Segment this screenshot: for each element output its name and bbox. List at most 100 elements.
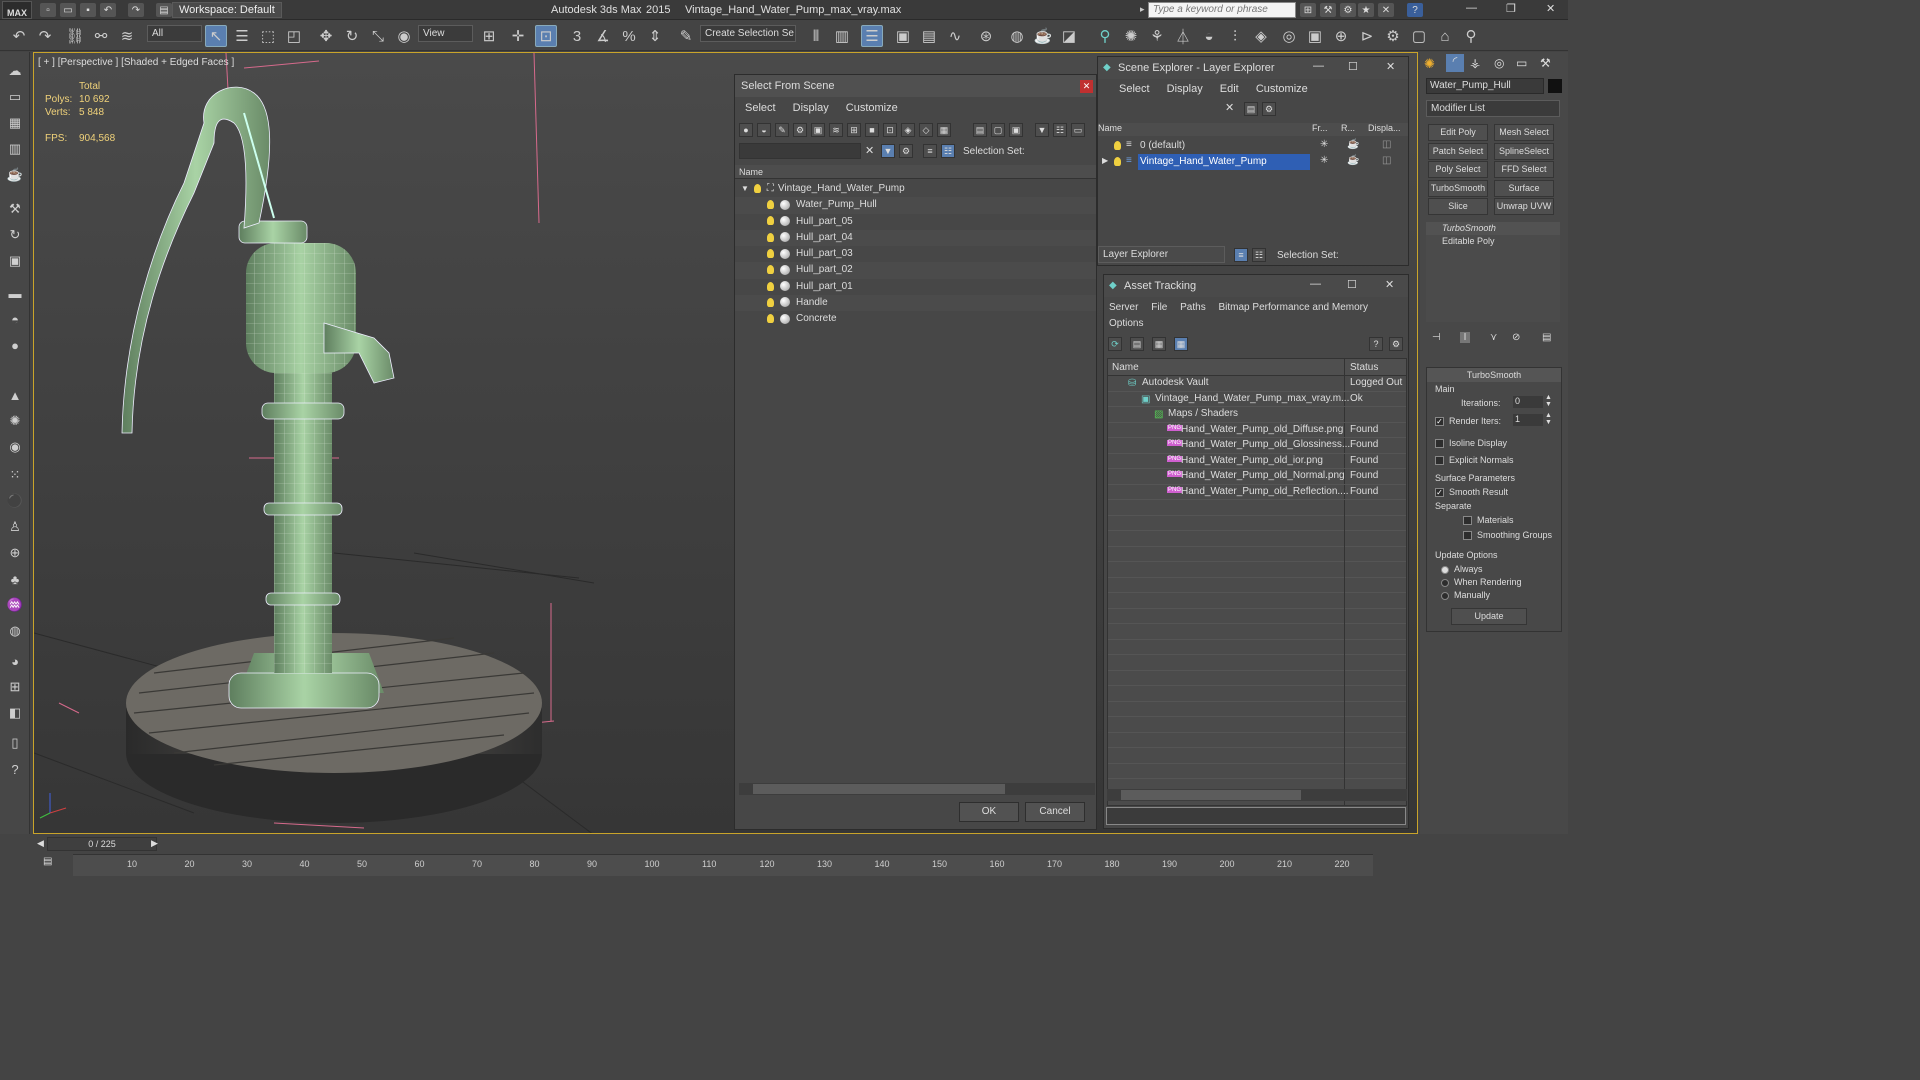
filter-xrefs-icon[interactable]: ■ (865, 123, 879, 137)
restore-window-icon[interactable]: ❐ (1506, 2, 1516, 15)
help-icon[interactable]: ? (1369, 337, 1383, 351)
menu-customize[interactable]: Customize (1256, 83, 1308, 95)
grid-icon[interactable]: ▥ (5, 140, 25, 158)
display-box-icon[interactable]: ◫ (1382, 139, 1391, 150)
track-bar[interactable]: 10 20 30 40 50 60 70 80 90 100 110 120 130 140 150 160 1… (73, 854, 1373, 876)
material-ball-icon[interactable]: ◍ (5, 622, 25, 640)
clear-search-icon[interactable]: ✕ (865, 144, 874, 157)
scrollbar-thumb[interactable] (753, 784, 1005, 794)
tree-item[interactable]: Hull_part_04 (735, 229, 1096, 247)
make-unique-icon[interactable]: ⋎ (1490, 332, 1497, 343)
app-logo[interactable]: MAX (2, 1, 32, 19)
close-window-icon[interactable]: ✕ (1546, 2, 1555, 15)
filter-bones-icon[interactable]: ⊡ (883, 123, 897, 137)
vray-dome-icon[interactable]: ⊕ (1330, 25, 1352, 47)
remove-modifier-icon[interactable]: ⊘ (1512, 332, 1520, 343)
screen-icon[interactable]: ▬ (5, 284, 25, 302)
vr-icon[interactable]: ◧ (5, 704, 25, 722)
light-bulb-icon[interactable] (767, 232, 774, 242)
light-bulb-icon[interactable] (753, 183, 761, 193)
menu-select[interactable]: Select (745, 102, 776, 114)
hair-icon[interactable]: ♒ (5, 596, 25, 614)
edit-named-selection-icon[interactable]: ✎ (675, 25, 697, 47)
asset-row[interactable]: PNG Hand_Water_Pump_old_Glossiness.... Fou… (1108, 438, 1406, 454)
favorites-icon[interactable]: ★ (1358, 3, 1374, 17)
search-arrow-icon[interactable]: ▸ (1140, 4, 1145, 15)
tree-item[interactable]: Hull_part_05 (735, 213, 1096, 230)
menu-paths[interactable]: Paths (1180, 302, 1206, 313)
col-name[interactable]: Name (1112, 362, 1139, 373)
modifier-button[interactable]: Edit Poly (1428, 124, 1488, 141)
utilities-tab-icon[interactable]: ⚒ (1540, 56, 1551, 70)
vray-plane-icon[interactable]: ⏃ (1172, 25, 1194, 47)
exchange-icon[interactable]: ✕ (1378, 3, 1394, 17)
smoothing-groups-checkbox[interactable] (1463, 531, 1472, 541)
layers-icon[interactable]: ≡ (923, 144, 937, 158)
scrollbar-thumb[interactable] (1121, 790, 1301, 800)
menu-customize[interactable]: Customize (846, 102, 898, 114)
col-status[interactable]: Status (1350, 362, 1378, 373)
add-layer-icon[interactable]: ▤ (1244, 102, 1258, 116)
configure-sets-icon[interactable]: ▤ (1542, 332, 1551, 343)
minimize-window-icon[interactable]: — (1466, 2, 1477, 14)
ok-button[interactable]: OK (959, 802, 1019, 822)
layer-row-selected[interactable]: ▶ ≡ Vintage_Hand_Water_Pump ✳ ☕ ◫ (1098, 154, 1408, 170)
rotate-obj-icon[interactable]: ↻ (5, 226, 25, 244)
minimize-icon[interactable]: — (1310, 278, 1321, 290)
vray-fur-icon[interactable]: ⚘ (1146, 25, 1168, 47)
collapse-icon[interactable]: ▭ (1071, 123, 1085, 137)
vray-rt-icon[interactable]: ⚙ (1382, 25, 1404, 47)
subscription-icon[interactable]: ⚒ (1320, 3, 1336, 17)
expand-arrow-icon[interactable]: ▼ (741, 184, 749, 193)
modify-tab-icon[interactable]: ◜ (1446, 54, 1464, 72)
layer-options-icon[interactable]: ⚙ (1262, 102, 1276, 116)
rect-selection-icon[interactable]: ⬚ (257, 25, 279, 47)
select-none-icon[interactable]: ▢ (991, 123, 1005, 137)
percent-snap-icon[interactable]: % (618, 25, 640, 47)
light-bulb-icon[interactable] (767, 216, 774, 226)
always-radio[interactable] (1441, 565, 1449, 574)
filter-groups-icon[interactable]: ⊞ (847, 123, 861, 137)
menu-display[interactable]: Display (1167, 83, 1203, 95)
asset-row[interactable]: ▣ Vintage_Hand_Water_Pump_max_vray.m... Ok (1108, 392, 1406, 407)
cone-icon[interactable]: ▲ (5, 386, 25, 404)
tree-item[interactable]: Hull_part_01 (735, 278, 1096, 296)
uvw-icon[interactable]: ⊞ (5, 678, 25, 696)
filter-lights-icon[interactable]: ✎ (775, 123, 789, 137)
pin-stack-icon[interactable]: ⊣ (1432, 332, 1441, 343)
display-box-icon[interactable]: ◫ (1382, 155, 1391, 166)
options-icon[interactable]: ⚙ (1389, 337, 1403, 351)
rollout-header[interactable]: TurboSmooth (1427, 368, 1561, 382)
ribbon-icon[interactable]: ▤ (918, 25, 940, 47)
save-file-icon[interactable]: ▪ (80, 3, 96, 17)
hierarchy-mode-icon[interactable]: ☷ (941, 144, 955, 158)
modifier-button[interactable]: Poly Select (1428, 161, 1488, 178)
modifier-button[interactable]: SplineSelect (1494, 142, 1554, 160)
vray-proxy-icon[interactable]: ⫶ (1224, 25, 1246, 47)
light-bulb-icon[interactable] (1114, 141, 1121, 150)
menu-edit[interactable]: Edit (1220, 83, 1239, 95)
place-icon[interactable]: ◉ (393, 25, 415, 47)
object-color-swatch[interactable] (1548, 79, 1562, 93)
clear-filter-icon[interactable]: ✕ (1225, 101, 1234, 114)
maximize-icon[interactable]: ☐ (1348, 60, 1358, 73)
render-teapot-icon[interactable]: ☕ (1347, 155, 1359, 166)
vray-mesh-export-icon[interactable]: ◈ (1250, 25, 1272, 47)
vray-sphere-icon[interactable]: ◒ (1198, 25, 1220, 47)
sphere-blue-icon[interactable]: ◕ (5, 652, 25, 670)
light-sphere-icon[interactable]: ◉ (5, 438, 25, 456)
cancel-button[interactable]: Cancel (1025, 802, 1085, 822)
light-bulb-icon[interactable] (1114, 157, 1121, 166)
vray-viewport-icon[interactable]: ▢ (1408, 25, 1430, 47)
menu-options[interactable]: Options (1109, 318, 1143, 329)
open-file-icon[interactable]: ▭ (60, 3, 76, 17)
modifier-button[interactable]: Mesh Select (1494, 124, 1554, 141)
vray-ies-icon[interactable]: ⊳ (1356, 25, 1378, 47)
project-folder-icon[interactable]: ▤ (156, 3, 172, 17)
create-tab-icon[interactable]: ✺ (1424, 56, 1435, 72)
viewport-label[interactable]: [ + ] [Perspective ] [Shaded + Edged Fac… (38, 57, 234, 68)
align-icon[interactable]: ▥ (831, 25, 853, 47)
filter-helpers-icon[interactable]: ▣ (811, 123, 825, 137)
new-file-icon[interactable]: ▫ (40, 3, 56, 17)
hierarchy-icon[interactable]: ☷ (1252, 248, 1266, 262)
